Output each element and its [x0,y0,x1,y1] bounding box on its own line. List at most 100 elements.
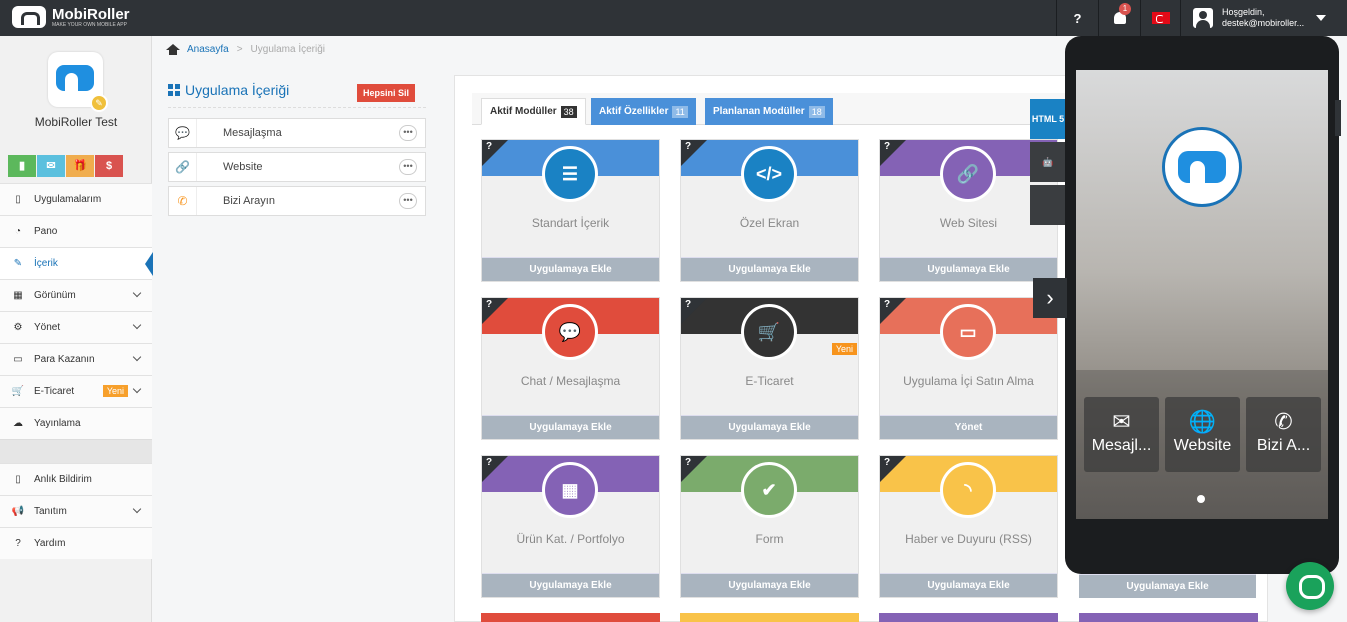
question-icon[interactable]: ? [685,299,691,310]
question-icon[interactable]: ? [884,299,890,310]
add-to-app-button[interactable]: Uygulamaya Ekle [681,415,858,439]
sidebar-item-eticaret[interactable]: 🛒 E-Ticaret Yeni [0,375,152,407]
preview-tile[interactable]: ✆ Bizi A... [1246,397,1321,472]
preview-tile-label: Website [1173,437,1232,454]
mobile-icon: ▯ [15,194,21,205]
more-options-button[interactable]: ••• [399,125,417,141]
sidebar-menu: ▯ Uygulamalarım ◔ Pano ✎ İçerik ▦ Görünüm ⚙ Yönet… [0,183,153,559]
sidebar-item-pano[interactable]: ◔ Pano [0,215,152,247]
new-badge: Yeni [831,343,857,355]
live-chat-button[interactable] [1286,562,1334,610]
sidebar: ✎ MobiRoller Test ▮ ✉ 🎁 $ ▯ Uygulamalarım ◔ Pa… [0,36,153,622]
mail-button[interactable]: ✉ [37,155,65,177]
help-button[interactable]: ? [1056,0,1098,36]
sidebar-item-içerik[interactable]: ✎ İçerik [0,247,153,279]
add-to-app-button[interactable]: Uygulamaya Ekle [681,257,858,281]
chevron-right-icon[interactable]: › [1033,278,1067,318]
module-card: ? ▦ Ürün Kat. / Portfolyo Uygulamaya Ekle [481,455,660,598]
user-menu[interactable]: Hoşgeldin, destek@mobiroller... [1180,0,1347,36]
top-bar: MobiRoller MAKE YOUR OWN MOBILE APP ? 1 … [0,0,1347,36]
sidebar-item-uygulamalarım[interactable]: ▯ Uygulamalarım [0,183,152,215]
question-icon: ? [15,538,21,549]
home-icon[interactable] [166,44,180,55]
preview-tile-label: Mesajl... [1091,437,1152,454]
language-button[interactable] [1140,0,1180,36]
dashboard-icon: ◔ [14,226,22,237]
sidebar-item-yönet[interactable]: ⚙ Yönet [0,311,152,343]
preview-tile[interactable]: 🌐 Website [1165,397,1240,472]
preview-app-logo [1162,127,1242,207]
menu-separator [0,439,152,463]
question-icon[interactable]: ? [685,141,691,152]
brand-logo[interactable]: MobiRoller MAKE YOUR OWN MOBILE APP [12,6,130,28]
chat-icon: 💬 [542,304,598,360]
module-card-partial [1079,613,1258,622]
tab-planned-modules[interactable]: Planlanan Modüller 18 [705,98,833,125]
question-icon[interactable]: ? [486,141,492,152]
module-card: ? ◝ Haber ve Duyuru (RSS) Uygulamaya Ekle [879,455,1058,598]
breadcrumb: Anasayfa > Uygulama İçeriği [166,44,325,55]
question-icon[interactable]: ? [884,457,890,468]
add-to-app-button[interactable]: Uygulamaya Ekle [482,415,659,439]
breadcrumb-home[interactable]: Anasayfa [187,44,229,55]
mail-icon: ✉ [46,160,56,172]
chart-button[interactable]: ▮ [8,155,36,177]
tab-active-features[interactable]: Aktif Özellikler 11 [591,98,696,125]
add-to-app-button[interactable]: Uygulamaya Ekle [482,257,659,281]
question-icon[interactable]: ? [486,457,492,468]
question-icon[interactable]: ? [486,299,492,310]
sidebar-item-görünüm[interactable]: ▦ Görünüm [0,279,152,311]
add-to-app-button[interactable]: Uygulamaya Ekle [681,573,858,597]
module-name: Standart İçerik [531,216,610,230]
gift-button[interactable]: 🎁 [66,155,94,177]
content-item[interactable]: ✆ Bizi Arayın ••• [168,186,426,216]
add-to-app-button[interactable]: Yönet [880,415,1057,439]
help-label: ? [1073,10,1082,26]
question-icon[interactable]: ? [884,141,890,152]
sidebar-item-yardım[interactable]: ? Yardım [0,527,152,559]
dollar-button[interactable]: $ [95,155,123,177]
tab-count: 38 [560,105,577,118]
brand-tagline: MAKE YOUR OWN MOBILE APP [52,21,127,28]
content-item[interactable]: 💬 Mesajlaşma ••• [168,118,426,148]
content-item[interactable]: 🔗 Website ••• [168,152,426,182]
apple-button[interactable] [1030,185,1066,225]
delete-all-button[interactable]: Hepsini Sil [357,84,416,102]
add-to-app-button[interactable]: Uygulamaya Ekle [880,573,1057,597]
module-card-partial [879,613,1058,622]
add-to-app-button[interactable]: Uygulamaya Ekle [482,573,659,597]
pencil-icon[interactable]: ✎ [90,94,108,112]
bullhorn-icon: 📢 [11,506,25,517]
sidebar-item-tanıtım[interactable]: 📢 Tanıtım [0,495,152,527]
tab-active-modules[interactable]: Aktif Modüller 38 [481,98,586,125]
page-indicator [1197,495,1205,503]
add-to-app-button[interactable]: Uygulamaya Ekle [880,257,1057,281]
sidebar-item-label: Tanıtım [34,506,67,517]
turkey-flag-icon [1151,12,1170,24]
content-item-label: Bizi Arayın [223,195,275,207]
more-options-button[interactable]: ••• [399,159,417,175]
avatar [1193,8,1213,28]
sidebar-item-label: Pano [34,226,58,237]
notification-badge: 1 [1119,3,1131,15]
chat-icon: 💬 [169,119,197,147]
sidebar-item-label: Uygulamalarım [34,194,102,205]
sidebar-item-label: Yayınlama [34,418,81,429]
more-options-button[interactable]: ••• [399,193,417,209]
sidebar-item-yayınlama[interactable]: ☁ Yayınlama [0,407,152,439]
sidebar-item-parakazanın[interactable]: ▭ Para Kazanın [0,343,152,375]
breadcrumb-separator: > [236,44,243,55]
chevron-down-icon [132,504,142,514]
chevron-down-icon [132,352,142,362]
module-card-partial [680,613,859,622]
phone-icon: ✆ [169,187,197,215]
sidebar-item-anlıkbildirim[interactable]: ▯ Anlık Bildirim [0,463,152,495]
preview-tile[interactable]: ✉ Mesajl... [1084,397,1159,472]
question-icon[interactable]: ? [685,457,691,468]
android-button[interactable]: 🤖 [1030,142,1066,182]
chevron-down-icon [132,384,142,394]
add-to-app-button[interactable]: Uygulamaya Ekle [1079,574,1256,598]
html5-button[interactable]: HTML 5 [1030,99,1066,139]
cart-icon: 🛒 [11,386,25,397]
module-name: Ürün Kat. / Portfolyo [516,532,625,546]
